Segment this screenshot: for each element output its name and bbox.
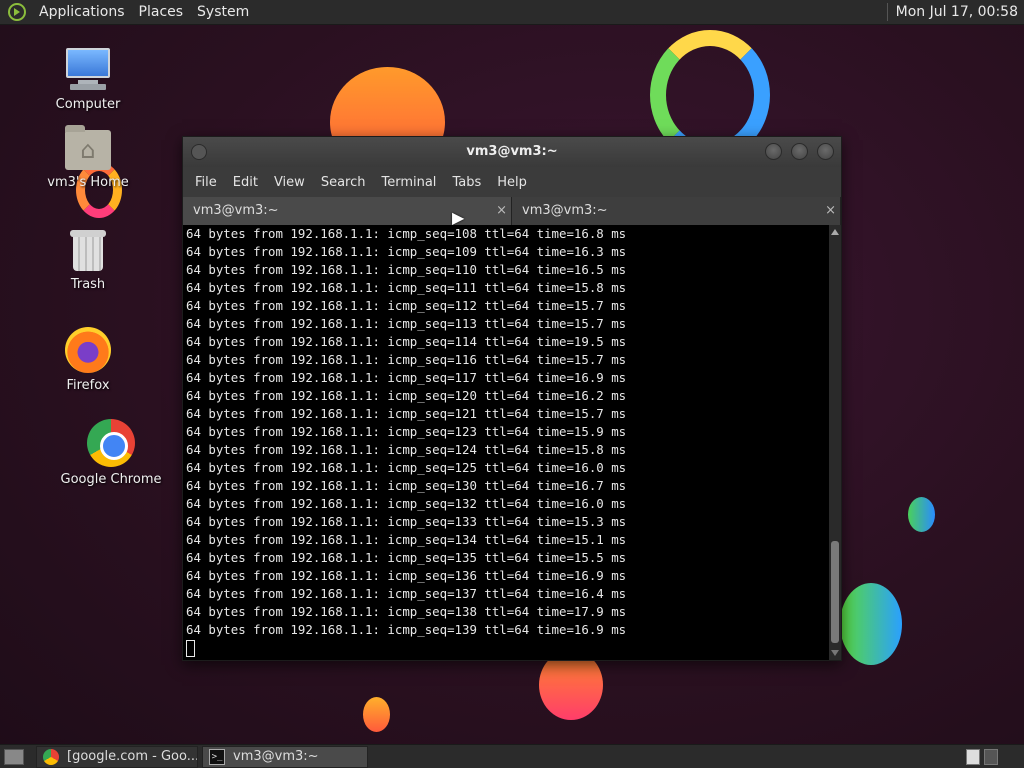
terminal-line: 64 bytes from 192.168.1.1: icmp_seq=138 … (186, 604, 627, 619)
system-menu[interactable]: System (190, 4, 256, 20)
terminal-scrollbar[interactable] (829, 225, 841, 660)
terminal-icon: >_ (209, 748, 225, 765)
tab-close-icon[interactable]: × (496, 197, 507, 225)
top-panel: Applications Places System Mon Jul 17, 0… (0, 0, 1024, 25)
minimize-button[interactable] (765, 143, 782, 160)
tab-label: vm3@vm3:~ (193, 203, 279, 218)
close-button[interactable] (817, 143, 834, 160)
terminal-line: 64 bytes from 192.168.1.1: icmp_seq=136 … (186, 568, 627, 583)
terminal-line: 64 bytes from 192.168.1.1: icmp_seq=123 … (186, 424, 627, 439)
terminal-line: 64 bytes from 192.168.1.1: icmp_seq=125 … (186, 460, 627, 475)
terminal-line: 64 bytes from 192.168.1.1: icmp_seq=139 … (186, 622, 627, 637)
desktop-icon-home[interactable]: vm3's Home (38, 125, 138, 190)
wallpaper-teal-blob-small (908, 497, 935, 532)
wallpaper-blob-small (363, 697, 390, 732)
terminal-line: 64 bytes from 192.168.1.1: icmp_seq=137 … (186, 586, 627, 601)
terminal-line: 64 bytes from 192.168.1.1: icmp_seq=124 … (186, 442, 627, 457)
wallpaper-teal-blob-big (840, 583, 902, 665)
terminal-line: 64 bytes from 192.168.1.1: icmp_seq=113 … (186, 316, 627, 331)
chrome-icon (87, 419, 135, 467)
workspace-1[interactable] (966, 748, 980, 765)
taskbar-item-browser[interactable]: [google.com - Goo... (36, 745, 198, 768)
terminal-body[interactable]: 64 bytes from 192.168.1.1: icmp_seq=108 … (183, 225, 841, 660)
terminal-line: 64 bytes from 192.168.1.1: icmp_seq=109 … (186, 244, 627, 259)
desktop-icon-computer[interactable]: Computer (38, 46, 138, 112)
desktop-icon-label: vm3's Home (47, 175, 129, 190)
desktop-icon-label: Computer (55, 97, 121, 112)
desktop-icon-trash[interactable]: Trash (38, 230, 138, 292)
taskbar-item-terminal[interactable]: >_ vm3@vm3:~ (202, 745, 368, 768)
terminal-line: 64 bytes from 192.168.1.1: icmp_seq=135 … (186, 550, 627, 565)
desktop-icon-label: Firefox (66, 378, 110, 393)
window-title: vm3@vm3:~ (466, 144, 558, 159)
maximize-button[interactable] (791, 143, 808, 160)
terminal-line: 64 bytes from 192.168.1.1: icmp_seq=114 … (186, 334, 627, 349)
panel-separator (886, 3, 888, 21)
terminal-line: 64 bytes from 192.168.1.1: icmp_seq=120 … (186, 388, 627, 403)
desktop-icon-chrome[interactable]: Google Chrome (56, 419, 166, 487)
desktop-icon-label: Trash (70, 277, 106, 292)
desktop-icon-firefox[interactable]: Firefox (38, 327, 138, 393)
tab-2[interactable]: vm3@vm3:~ × (512, 197, 841, 225)
menu-help[interactable]: Help (489, 175, 535, 190)
terminal-prompt-line[interactable] (186, 639, 826, 657)
terminal-line: 64 bytes from 192.168.1.1: icmp_seq=112 … (186, 298, 627, 313)
firefox-icon (65, 327, 111, 373)
home-folder-icon (65, 125, 111, 170)
desktop-icon-label: Google Chrome (60, 472, 162, 487)
tab-label: vm3@vm3:~ (522, 203, 608, 218)
clock[interactable]: Mon Jul 17, 00:58 (896, 4, 1018, 20)
terminal-line: 64 bytes from 192.168.1.1: icmp_seq=121 … (186, 406, 627, 421)
scroll-down-icon[interactable] (831, 650, 839, 656)
show-desktop-icon[interactable] (4, 748, 24, 765)
terminal-line: 64 bytes from 192.168.1.1: icmp_seq=110 … (186, 262, 627, 277)
terminal-line: 64 bytes from 192.168.1.1: icmp_seq=134 … (186, 532, 627, 547)
taskbar-item-label: [google.com - Goo... (67, 749, 197, 764)
menu-terminal[interactable]: Terminal (373, 175, 444, 190)
computer-icon (64, 46, 112, 92)
terminal-line: 64 bytes from 192.168.1.1: icmp_seq=117 … (186, 370, 627, 385)
applications-menu[interactable]: Applications (32, 4, 132, 20)
terminal-line: 64 bytes from 192.168.1.1: icmp_seq=130 … (186, 478, 627, 493)
places-menu[interactable]: Places (132, 4, 191, 20)
menu-edit[interactable]: Edit (225, 175, 266, 190)
bottom-panel: [google.com - Goo... >_ vm3@vm3:~ (0, 744, 1024, 768)
menu-file[interactable]: File (187, 175, 225, 190)
terminal-line: 64 bytes from 192.168.1.1: icmp_seq=133 … (186, 514, 627, 529)
mouse-pointer-icon: ▶ (452, 208, 465, 227)
distro-logo-icon[interactable] (8, 3, 26, 21)
scrollbar-thumb[interactable] (831, 541, 839, 643)
terminal-cursor (186, 640, 195, 657)
window-menu-button[interactable] (191, 144, 207, 160)
terminal-line: 64 bytes from 192.168.1.1: icmp_seq=108 … (186, 226, 627, 241)
menu-tabs[interactable]: Tabs (444, 175, 489, 190)
tab-bar: vm3@vm3:~ × vm3@vm3:~ × (183, 197, 841, 225)
scroll-up-icon[interactable] (831, 229, 839, 235)
trash-icon (70, 230, 106, 272)
terminal-output[interactable]: 64 bytes from 192.168.1.1: icmp_seq=108 … (186, 225, 826, 657)
taskbar-item-label: vm3@vm3:~ (233, 749, 319, 764)
menu-view[interactable]: View (266, 175, 313, 190)
chrome-icon (43, 748, 59, 765)
tab-close-icon[interactable]: × (825, 197, 836, 225)
terminal-line: 64 bytes from 192.168.1.1: icmp_seq=111 … (186, 280, 627, 295)
terminal-menu-bar: File Edit View Search Terminal Tabs Help (183, 167, 841, 197)
workspace-2[interactable] (984, 748, 998, 765)
window-title-bar[interactable]: vm3@vm3:~ (183, 137, 841, 167)
menu-search[interactable]: Search (313, 175, 374, 190)
terminal-line: 64 bytes from 192.168.1.1: icmp_seq=116 … (186, 352, 627, 367)
terminal-line: 64 bytes from 192.168.1.1: icmp_seq=132 … (186, 496, 627, 511)
terminal-window[interactable]: vm3@vm3:~ File Edit View Search Terminal… (182, 136, 842, 661)
